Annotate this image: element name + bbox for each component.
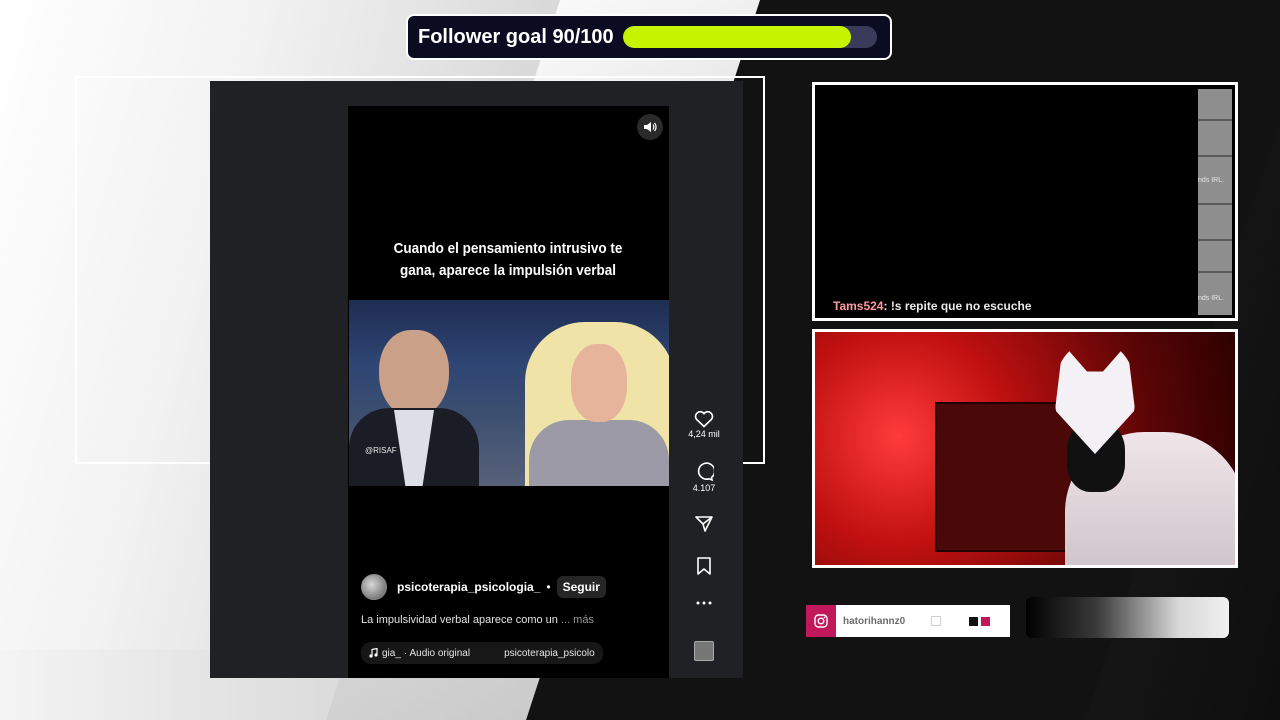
save-button[interactable] <box>686 557 722 575</box>
heart-icon <box>694 410 714 428</box>
more-options-button[interactable] <box>686 600 722 606</box>
instagram-handle-bar: hatorihannz0 <box>806 605 1010 637</box>
instagram-icon <box>806 605 836 637</box>
more-icon <box>696 601 712 605</box>
follower-goal-bar <box>622 26 877 48</box>
more-link[interactable]: ... más <box>561 614 594 626</box>
audio-thumbnail <box>694 641 714 661</box>
follower-goal-fill <box>622 26 852 48</box>
author-name-link[interactable]: psicoterapia_psicologia_ <box>397 580 540 594</box>
follow-button[interactable]: Seguir <box>556 576 606 598</box>
follower-goal-label: Follower goal 90/100 <box>418 25 614 48</box>
audio-label: · Audio original <box>403 647 471 659</box>
man-figure <box>379 330 449 418</box>
description-text: La impulsividad verbal aparece como un <box>361 614 558 626</box>
reel-description: La impulsividad verbal aparece como un .… <box>361 614 594 626</box>
instagram-handle: hatorihannz0 <box>843 615 906 627</box>
placeholder-box <box>931 616 942 626</box>
webcam-background-shelf <box>935 402 1075 552</box>
color-square-black <box>969 616 979 626</box>
comment-icon <box>697 462 714 482</box>
chat-username: Tams524 <box>833 299 884 313</box>
music-note-icon <box>369 648 378 658</box>
reel-caption: Cuando el pensamiento intrusivo te gana,… <box>393 240 623 279</box>
chat-side-label: nds IRL. <box>1198 177 1225 184</box>
comment-button[interactable]: 4.107 <box>686 462 722 493</box>
comment-count: 4.107 <box>692 483 716 493</box>
audio-account: psicoterapia_psicolo <box>504 647 595 659</box>
author-separator: • <box>546 580 551 594</box>
gradient-bar <box>1026 597 1229 638</box>
chat-message-text: : !s repite que no escuche <box>883 299 1032 313</box>
woman-face <box>571 344 627 422</box>
color-square-pink <box>981 616 991 626</box>
woman-sweater <box>529 420 669 486</box>
like-count: 4,24 mil <box>688 429 720 439</box>
bookmark-icon <box>697 557 711 575</box>
reel-video-frame: @RISAF <box>349 300 669 486</box>
speaker-icon <box>644 122 657 132</box>
share-button[interactable] <box>686 515 722 533</box>
avatar[interactable] <box>361 574 387 600</box>
reel-author: psicoterapia_psicologia_ • Seguir <box>361 574 606 600</box>
video-watermark: @RISAF <box>365 446 397 455</box>
share-icon <box>695 516 713 532</box>
audio-track[interactable]: gia_ · Audio original psicoterapia_psico… <box>361 642 603 664</box>
chat-message: Tams524: !s repite que no escuche <box>833 299 1032 313</box>
chat-panel: nds IRL. nds IRL. Tams524: !s repite que… <box>812 82 1238 321</box>
like-button[interactable]: 4,24 mil <box>686 410 722 439</box>
sound-toggle-button[interactable] <box>637 114 663 140</box>
audio-artist: gia_ <box>382 647 401 659</box>
audio-thumbnail-button[interactable] <box>686 641 722 661</box>
webcam-feed <box>812 329 1238 568</box>
chat-side-strip: nds IRL. nds IRL. <box>1198 89 1232 315</box>
follower-goal-widget: Follower goal 90/100 <box>406 14 892 60</box>
chat-side-label: nds IRL. <box>1198 295 1225 302</box>
